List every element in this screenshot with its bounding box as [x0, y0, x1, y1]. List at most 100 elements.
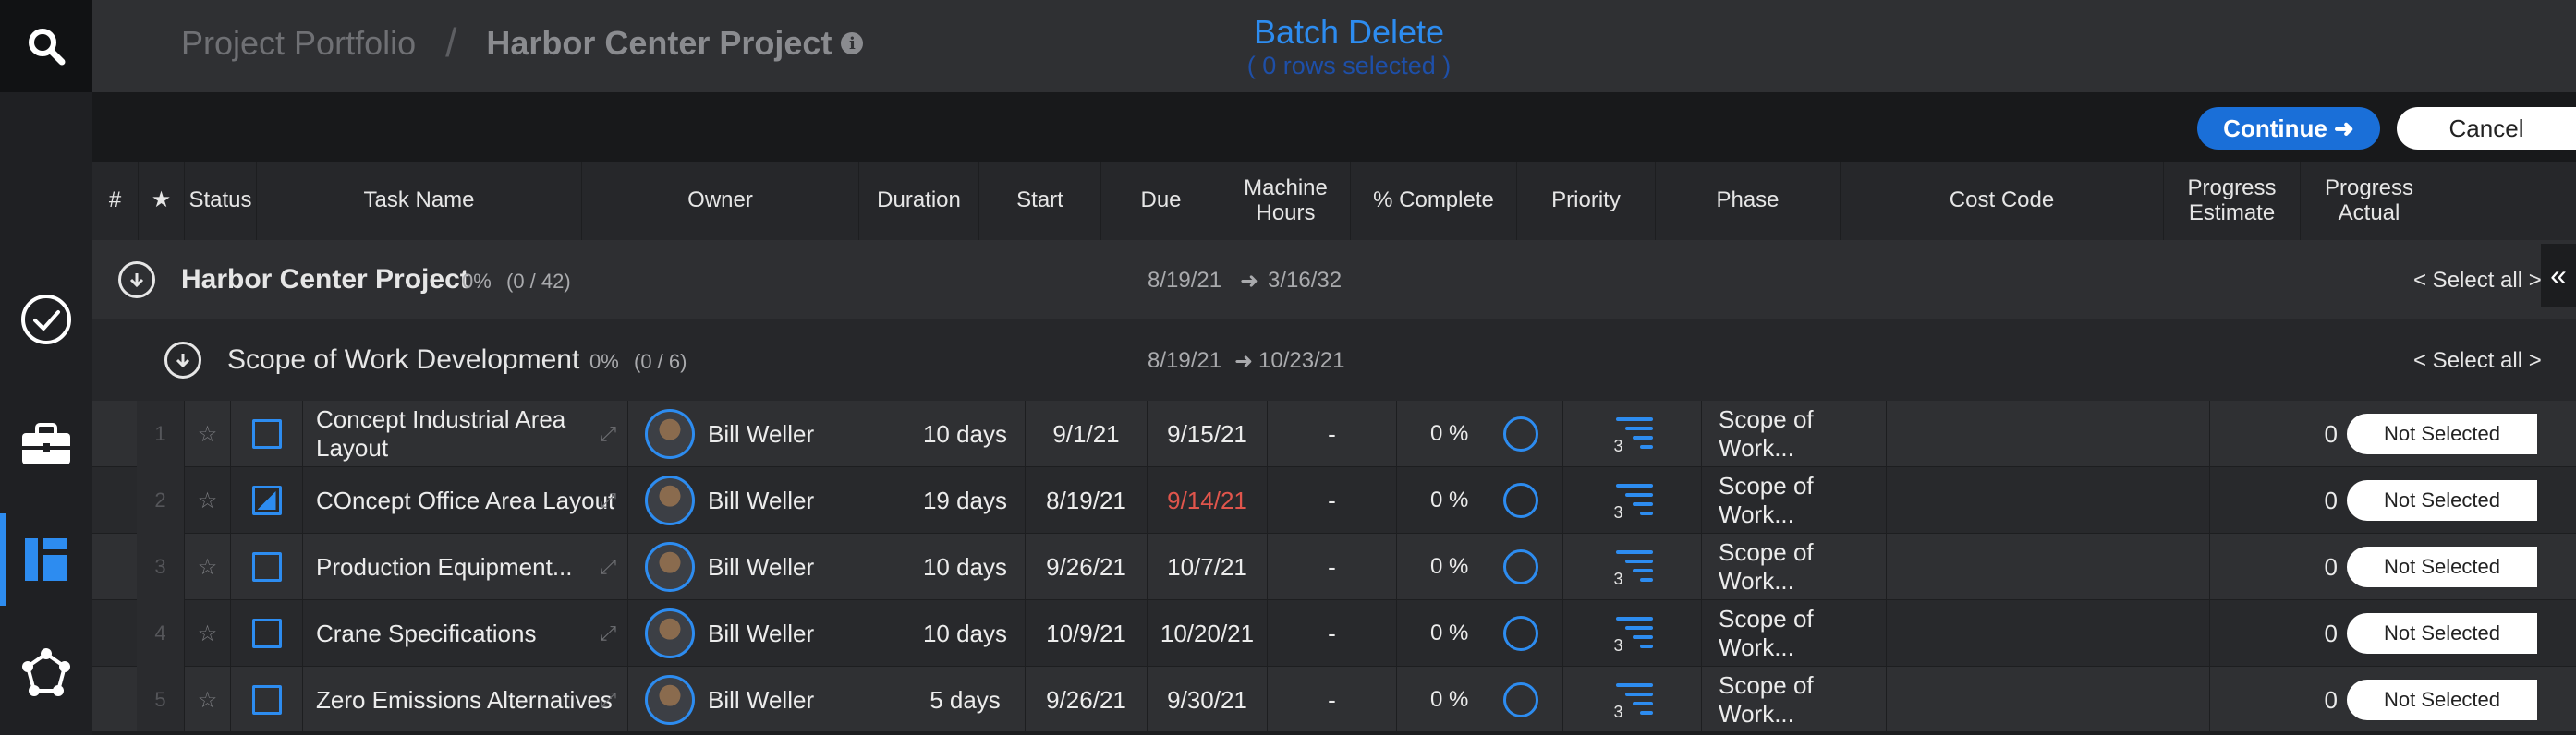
- priority-icon[interactable]: 3: [1612, 416, 1653, 455]
- search-button[interactable]: [0, 0, 92, 92]
- priority-icon[interactable]: 3: [1612, 548, 1653, 588]
- task-name[interactable]: COncept Office Area Layout: [316, 487, 614, 515]
- table-row[interactable]: 3 ☆ Production Equipment... ⤢ Bill Welle…: [92, 534, 2576, 600]
- col-start[interactable]: Start: [979, 162, 1101, 240]
- duration[interactable]: 19 days: [923, 487, 1007, 515]
- phase[interactable]: Scope of Work...: [1719, 605, 1886, 662]
- progress-ring-icon[interactable]: [1503, 549, 1539, 584]
- machine-hours[interactable]: -: [1328, 686, 1336, 715]
- not-selected-toggle[interactable]: Not Selected: [2347, 414, 2537, 454]
- table-row[interactable]: 4 ☆ Crane Specifications ⤢ Bill Weller 1…: [92, 600, 2576, 667]
- col-pct-complete[interactable]: % Complete: [1351, 162, 1517, 240]
- priority-icon[interactable]: 3: [1612, 615, 1653, 655]
- due-date[interactable]: 9/30/21: [1167, 686, 1247, 715]
- due-date[interactable]: 10/20/21: [1160, 620, 1254, 648]
- expand-icon[interactable]: ⤢: [600, 422, 616, 446]
- breadcrumb-root[interactable]: Project Portfolio: [181, 24, 416, 63]
- col-due[interactable]: Due: [1101, 162, 1221, 240]
- progress-estimate[interactable]: 0: [2325, 487, 2338, 515]
- start-date[interactable]: 8/19/21: [1046, 487, 1126, 515]
- machine-hours[interactable]: -: [1328, 620, 1336, 648]
- status-checkbox[interactable]: [251, 685, 282, 715]
- col-cost-code[interactable]: Cost Code: [1841, 162, 2164, 240]
- progress-ring-icon[interactable]: [1503, 616, 1539, 651]
- select-all-link[interactable]: < Select all >: [2413, 268, 2542, 294]
- star-icon[interactable]: ☆: [198, 554, 218, 581]
- progress-estimate[interactable]: 0: [2325, 553, 2338, 582]
- start-date[interactable]: 9/26/21: [1046, 553, 1126, 582]
- expand-icon[interactable]: ⤢: [600, 555, 616, 579]
- start-date[interactable]: 10/9/21: [1046, 620, 1126, 648]
- progress-estimate[interactable]: 0: [2325, 686, 2338, 715]
- collapse-panel-icon[interactable]: «: [2541, 244, 2576, 307]
- sidebar-item-tasks[interactable]: [0, 273, 92, 366]
- task-name[interactable]: Concept Industrial Area Layout: [316, 405, 627, 463]
- star-icon[interactable]: ☆: [198, 421, 218, 448]
- machine-hours[interactable]: -: [1328, 420, 1336, 449]
- duration[interactable]: 10 days: [923, 620, 1007, 648]
- phase[interactable]: Scope of Work...: [1719, 538, 1886, 596]
- phase[interactable]: Scope of Work...: [1719, 671, 1886, 729]
- info-icon[interactable]: i: [841, 32, 864, 54]
- progress-ring-icon[interactable]: [1503, 483, 1539, 518]
- table-row[interactable]: 2 ☆ COncept Office Area Layout ⤢ Bill We…: [92, 467, 2576, 534]
- star-icon[interactable]: ☆: [198, 621, 218, 647]
- col-owner[interactable]: Owner: [582, 162, 859, 240]
- not-selected-toggle[interactable]: Not Selected: [2347, 613, 2537, 654]
- progress-ring-icon[interactable]: [1503, 682, 1539, 717]
- due-date[interactable]: 9/15/21: [1167, 420, 1247, 449]
- not-selected-toggle[interactable]: Not Selected: [2347, 680, 2537, 720]
- not-selected-toggle[interactable]: Not Selected: [2347, 480, 2537, 521]
- status-checkbox[interactable]: [251, 552, 282, 582]
- expand-icon[interactable]: ⤢: [600, 621, 616, 645]
- col-duration[interactable]: Duration: [859, 162, 979, 240]
- status-checkbox[interactable]: [251, 486, 282, 515]
- phase[interactable]: Scope of Work...: [1719, 472, 1886, 529]
- sidebar-item-network[interactable]: [0, 628, 92, 720]
- progress-estimate[interactable]: 0: [2325, 620, 2338, 648]
- task-name[interactable]: Crane Specifications: [316, 620, 536, 648]
- star-icon[interactable]: ☆: [198, 488, 218, 514]
- select-all-link[interactable]: < Select all >: [2413, 348, 2542, 374]
- machine-hours[interactable]: -: [1328, 553, 1336, 582]
- col-progress-actual[interactable]: Progress Actual: [2301, 162, 2437, 240]
- duration[interactable]: 10 days: [923, 420, 1007, 449]
- progress-ring-icon[interactable]: [1503, 416, 1539, 452]
- not-selected-toggle[interactable]: Not Selected: [2347, 547, 2537, 587]
- star-icon[interactable]: ☆: [198, 687, 218, 714]
- start-date[interactable]: 9/1/21: [1052, 420, 1119, 449]
- subgroup-toggle-button[interactable]: [164, 342, 201, 379]
- status-checkbox[interactable]: [251, 419, 282, 449]
- col-priority[interactable]: Priority: [1517, 162, 1656, 240]
- due-date[interactable]: 9/14/21: [1167, 487, 1247, 515]
- phase[interactable]: Scope of Work...: [1719, 405, 1886, 463]
- subgroup-row: Scope of Work Development 0% (0 / 6) 8/1…: [92, 319, 2576, 401]
- priority-level: 3: [1613, 503, 1623, 522]
- col-machine-hours[interactable]: Machine Hours: [1221, 162, 1351, 240]
- priority-icon[interactable]: 3: [1612, 482, 1653, 522]
- col-task-name[interactable]: Task Name: [257, 162, 582, 240]
- continue-button[interactable]: Continue ➜: [2197, 107, 2380, 150]
- col-status: Status: [185, 162, 257, 240]
- duration[interactable]: 5 days: [930, 686, 1001, 715]
- priority-icon[interactable]: 3: [1612, 681, 1653, 721]
- expand-icon[interactable]: ⤢: [600, 688, 616, 712]
- sidebar-item-portfolio[interactable]: [0, 399, 92, 491]
- col-progress-estimate[interactable]: Progress Estimate: [2164, 162, 2301, 240]
- duration[interactable]: 10 days: [923, 553, 1007, 582]
- cancel-button[interactable]: Cancel: [2397, 107, 2576, 150]
- expand-icon[interactable]: ⤢: [600, 488, 616, 512]
- status-checkbox[interactable]: [251, 619, 282, 648]
- group-toggle-button[interactable]: [118, 261, 155, 298]
- col-phase[interactable]: Phase: [1656, 162, 1841, 240]
- progress-estimate[interactable]: 0: [2325, 420, 2338, 449]
- divider: [92, 731, 2576, 735]
- due-date[interactable]: 10/7/21: [1167, 553, 1247, 582]
- task-name[interactable]: Production Equipment...: [316, 553, 573, 582]
- table-row[interactable]: 5 ☆ Zero Emissions Alternatives ⤢ Bill W…: [92, 667, 2576, 733]
- sidebar-item-board[interactable]: [0, 513, 92, 606]
- start-date[interactable]: 9/26/21: [1046, 686, 1126, 715]
- table-row[interactable]: 1 ☆ Concept Industrial Area Layout ⤢ Bil…: [92, 401, 2576, 467]
- task-name[interactable]: Zero Emissions Alternatives: [316, 686, 613, 715]
- machine-hours[interactable]: -: [1328, 487, 1336, 515]
